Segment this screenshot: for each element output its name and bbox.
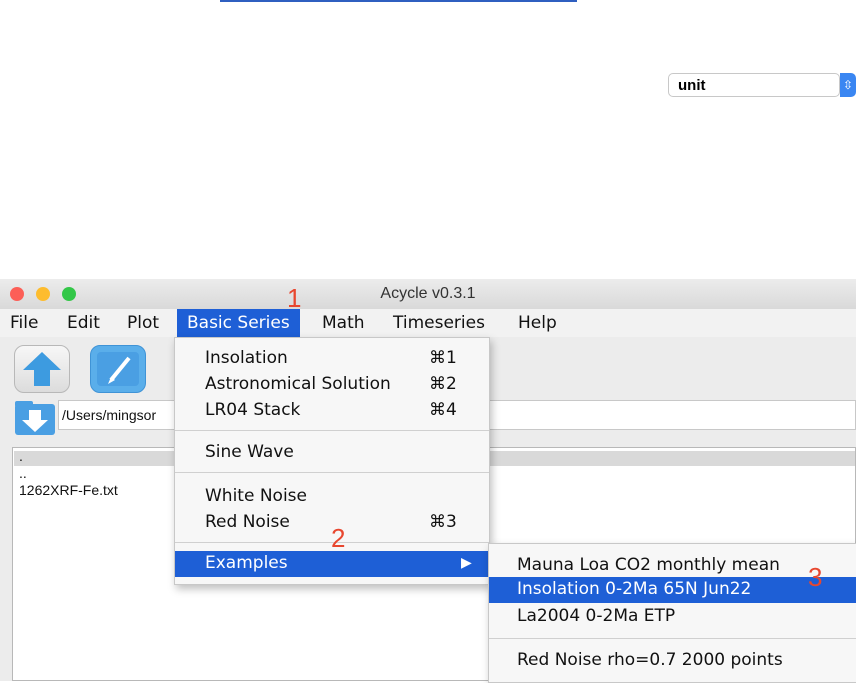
menu-item-label: LR04 Stack bbox=[205, 400, 301, 420]
step-1-annotation: 1 bbox=[287, 283, 302, 313]
submenu-item-red-noise-rho[interactable]: Red Noise rho=0.7 2000 points bbox=[489, 648, 856, 674]
upload-arrow-icon bbox=[23, 352, 61, 386]
submenu-item-mauna-loa[interactable]: Mauna Loa CO2 monthly mean bbox=[489, 553, 856, 579]
examples-submenu: Mauna Loa CO2 monthly mean Insolation 0-… bbox=[488, 543, 856, 683]
menu-plot[interactable]: Plot bbox=[117, 309, 169, 337]
chevron-right-icon: ▶ bbox=[461, 555, 472, 571]
submenu-item-label: Red Noise rho=0.7 2000 points bbox=[517, 650, 783, 670]
submenu-item-label: Insolation 0-2Ma 65N Jun22 bbox=[517, 579, 752, 599]
menu-separator bbox=[489, 638, 856, 639]
menu-item-sine-wave[interactable]: Sine Wave bbox=[175, 440, 489, 466]
unit-select[interactable]: unit bbox=[668, 73, 840, 97]
shortcut-label: ⌘1 bbox=[429, 348, 457, 368]
list-item[interactable]: 1262XRF-Fe.txt bbox=[19, 482, 118, 498]
menu-item-label: White Noise bbox=[205, 486, 307, 506]
shortcut-label: ⌘4 bbox=[429, 400, 457, 420]
edit-folder-button[interactable] bbox=[90, 345, 146, 393]
shortcut-label: ⌘3 bbox=[429, 512, 457, 532]
submenu-item-insolation-65n[interactable]: Insolation 0-2Ma 65N Jun22 bbox=[489, 577, 856, 603]
menu-item-label: Sine Wave bbox=[205, 442, 294, 462]
window-title: Acycle v0.3.1 bbox=[380, 285, 476, 302]
menu-basic-series[interactable]: Basic Series bbox=[177, 309, 300, 337]
menu-item-label: Astronomical Solution bbox=[205, 374, 391, 394]
menu-timeseries[interactable]: Timeseries bbox=[383, 309, 495, 337]
menu-math[interactable]: Math bbox=[312, 309, 375, 337]
menu-separator bbox=[175, 472, 489, 473]
submenu-item-label: La2004 0-2Ma ETP bbox=[517, 606, 676, 626]
menu-separator bbox=[175, 430, 489, 431]
folder-down-arrow-icon bbox=[15, 401, 55, 435]
menu-bar: File Edit Plot Basic Series Math Timeser… bbox=[0, 309, 856, 337]
menu-item-insolation[interactable]: Insolation ⌘1 bbox=[175, 346, 489, 372]
step-3-annotation: 3 bbox=[808, 562, 823, 592]
submenu-item-la2004-etp[interactable]: La2004 0-2Ma ETP bbox=[489, 604, 856, 630]
menu-edit[interactable]: Edit bbox=[57, 309, 110, 337]
list-item[interactable]: . bbox=[19, 448, 23, 464]
menu-help[interactable]: Help bbox=[508, 309, 567, 337]
menu-item-label: Red Noise bbox=[205, 512, 290, 532]
upload-button[interactable] bbox=[14, 345, 70, 393]
menu-item-label: Insolation bbox=[205, 348, 288, 368]
folder-edit-icon bbox=[97, 352, 139, 386]
menu-file[interactable]: File bbox=[0, 309, 48, 337]
shortcut-label: ⌘2 bbox=[429, 374, 457, 394]
menu-item-astronomical-solution[interactable]: Astronomical Solution ⌘2 bbox=[175, 372, 489, 398]
menu-item-white-noise[interactable]: White Noise bbox=[175, 484, 489, 510]
submenu-item-label: Mauna Loa CO2 monthly mean bbox=[517, 555, 780, 575]
menu-item-examples[interactable]: Examples ▶ bbox=[175, 551, 489, 577]
top-divider-line bbox=[220, 0, 577, 2]
folder-down-button[interactable] bbox=[14, 400, 56, 436]
menu-item-lr04-stack[interactable]: LR04 Stack ⌘4 bbox=[175, 398, 489, 424]
list-item[interactable]: .. bbox=[19, 465, 27, 481]
step-2-annotation: 2 bbox=[331, 523, 346, 553]
title-bar: Acycle v0.3.1 bbox=[0, 279, 856, 309]
chevron-updown-icon[interactable]: ⇳ bbox=[840, 73, 856, 97]
menu-item-label: Examples bbox=[205, 553, 288, 573]
